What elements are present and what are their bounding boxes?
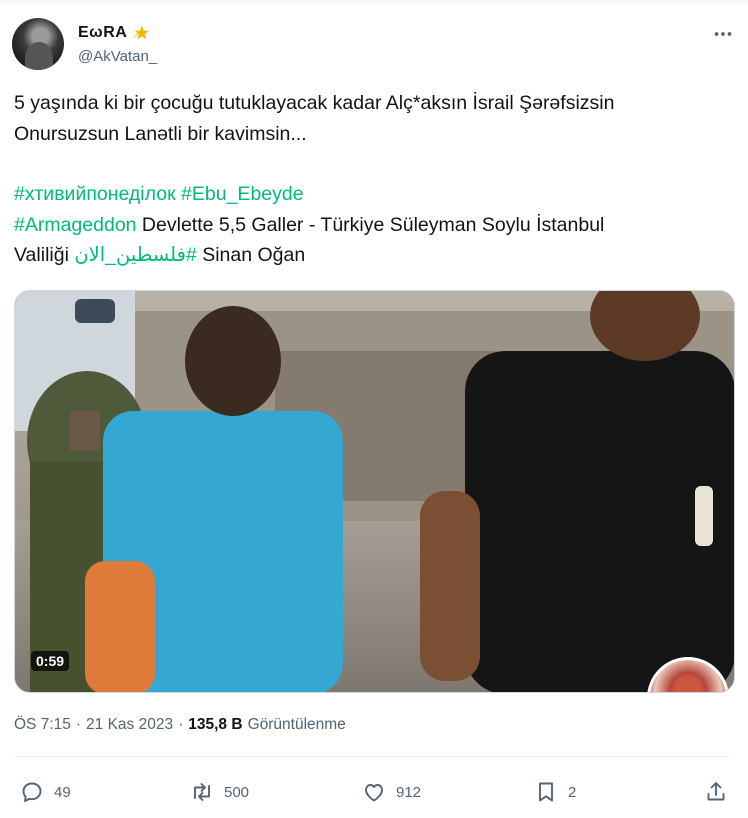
hashtag-link[interactable]: #хтивийпонеділок (14, 183, 176, 205)
hashtag-link[interactable]: #فلسطين_الان (74, 244, 196, 266)
reply-icon (22, 782, 42, 802)
tweet-text-fragment: Devlette 5,5 Galler - Türkiye Süleyman S… (136, 213, 605, 236)
star-icon (133, 25, 150, 40)
share-icon (707, 782, 725, 801)
tweet-text-fragment: Valiliği (14, 244, 75, 266)
tweet-text-line: Onursuzsun Lanətli bir kavimsin... (14, 122, 307, 145)
share-button[interactable] (704, 772, 728, 812)
top-divider (0, 0, 748, 4)
tweet-meta: ÖS 7:15 · 21 Kas 2023 · 135,8 B Görüntül… (14, 716, 346, 734)
video-player[interactable]: 0:59 (14, 290, 735, 693)
divider (14, 756, 735, 757)
action-bar: 49 500 912 2 (0, 772, 748, 812)
video-frame (15, 291, 734, 692)
hashtag-link[interactable]: #Armageddon (14, 214, 137, 236)
meta-separator: · (75, 716, 82, 733)
bookmark-button[interactable]: 2 (534, 772, 576, 812)
video-duration-badge: 0:59 (31, 651, 70, 671)
repost-count: 500 (224, 783, 250, 801)
repost-icon (194, 783, 210, 801)
bookmark-icon (539, 782, 553, 802)
tweet-time[interactable]: ÖS 7:15 (14, 716, 71, 734)
user-handle[interactable]: @AkVatan_ (78, 48, 157, 65)
reply-count: 49 (54, 783, 71, 801)
like-icon (365, 784, 383, 802)
bookmark-count: 2 (568, 783, 577, 801)
hashtag-line: #Armageddon Devlette 5,5 Galler - Türkiy… (14, 210, 714, 241)
more-button[interactable] (708, 20, 738, 48)
name-row: EωRA (78, 22, 151, 44)
tweet-text-fragment: Sinan Oğan (196, 244, 306, 266)
tweet-text: 5 yaşında ki bir çocuğu tutuklayacak kad… (14, 88, 714, 271)
more-icon (714, 32, 732, 36)
hashtag-line: Valiliği #فلسطين_الان Sinan Oğan (14, 240, 714, 271)
tweet-card[interactable]: EωRA @AkVatan_ 5 yaşında ki bir çocuğu t… (0, 0, 748, 818)
tweet-date[interactable]: 21 Kas 2023 (86, 716, 173, 734)
views-label: Görüntülenme (247, 716, 346, 733)
like-count: 912 (396, 783, 422, 801)
avatar[interactable] (12, 18, 64, 70)
repost-button[interactable]: 500 (190, 772, 249, 812)
views-count: 135,8 B (188, 716, 243, 733)
display-name[interactable]: EωRA (78, 24, 127, 42)
hashtag-line: #хтивийпонеділок #Ebu_Ebeyde (14, 179, 714, 210)
tweet-text-line: 5 yaşında ki bir çocuğu tutuklayacak kad… (14, 92, 615, 114)
reply-button[interactable]: 49 (20, 772, 71, 812)
meta-separator: · (178, 716, 184, 733)
like-button[interactable]: 912 (362, 772, 421, 812)
hashtag-link[interactable]: #Ebu_Ebeyde (181, 183, 304, 205)
